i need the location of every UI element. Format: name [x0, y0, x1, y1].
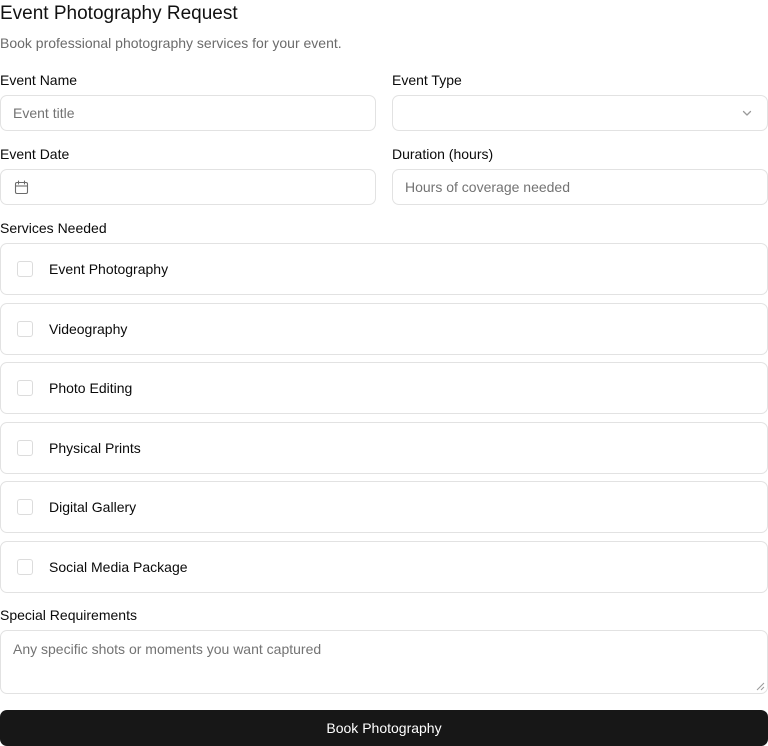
event-date-picker[interactable] — [0, 169, 376, 205]
resize-grip-icon[interactable] — [756, 682, 765, 691]
checkbox[interactable] — [17, 499, 33, 515]
event-name-field — [0, 95, 376, 131]
duration-input[interactable] — [393, 170, 767, 204]
form-subtitle: Book professional photography services f… — [0, 35, 342, 51]
event-name-label: Event Name — [0, 72, 78, 88]
checkbox[interactable] — [17, 440, 33, 456]
duration-field — [392, 169, 768, 205]
chevron-down-icon — [742, 110, 752, 116]
service-label: Videography — [49, 321, 128, 337]
services-label: Services Needed — [0, 220, 107, 236]
checkbox[interactable] — [17, 559, 33, 575]
service-option-event-photography[interactable]: Event Photography — [0, 243, 768, 295]
form-title: Event Photography Request — [0, 3, 238, 24]
service-label: Digital Gallery — [49, 499, 137, 515]
service-option-social-media-package[interactable]: Social Media Package — [0, 541, 768, 593]
service-label: Social Media Package — [49, 559, 188, 575]
service-label: Photo Editing — [49, 380, 133, 396]
checkbox[interactable] — [17, 380, 33, 396]
service-option-physical-prints[interactable]: Physical Prints — [0, 422, 768, 474]
checkbox[interactable] — [17, 321, 33, 337]
duration-label: Duration (hours) — [392, 146, 494, 162]
service-option-digital-gallery[interactable]: Digital Gallery — [0, 481, 768, 533]
special-requirements-field — [0, 630, 768, 694]
service-label: Physical Prints — [49, 440, 141, 456]
event-name-input[interactable] — [1, 96, 375, 130]
event-type-label: Event Type — [392, 72, 462, 88]
service-label: Event Photography — [49, 261, 169, 277]
service-option-photo-editing[interactable]: Photo Editing — [0, 362, 768, 414]
service-option-videography[interactable]: Videography — [0, 303, 768, 355]
special-requirements-textarea[interactable] — [1, 631, 767, 693]
event-type-select[interactable] — [392, 95, 768, 131]
special-requirements-label: Special Requirements — [0, 607, 137, 623]
book-photography-button[interactable]: Book Photography — [0, 710, 768, 746]
calendar-icon — [14, 180, 29, 195]
checkbox[interactable] — [17, 261, 33, 277]
event-photography-form: Event Photography Request Book professio… — [0, 0, 768, 746]
event-date-label: Event Date — [0, 146, 70, 162]
